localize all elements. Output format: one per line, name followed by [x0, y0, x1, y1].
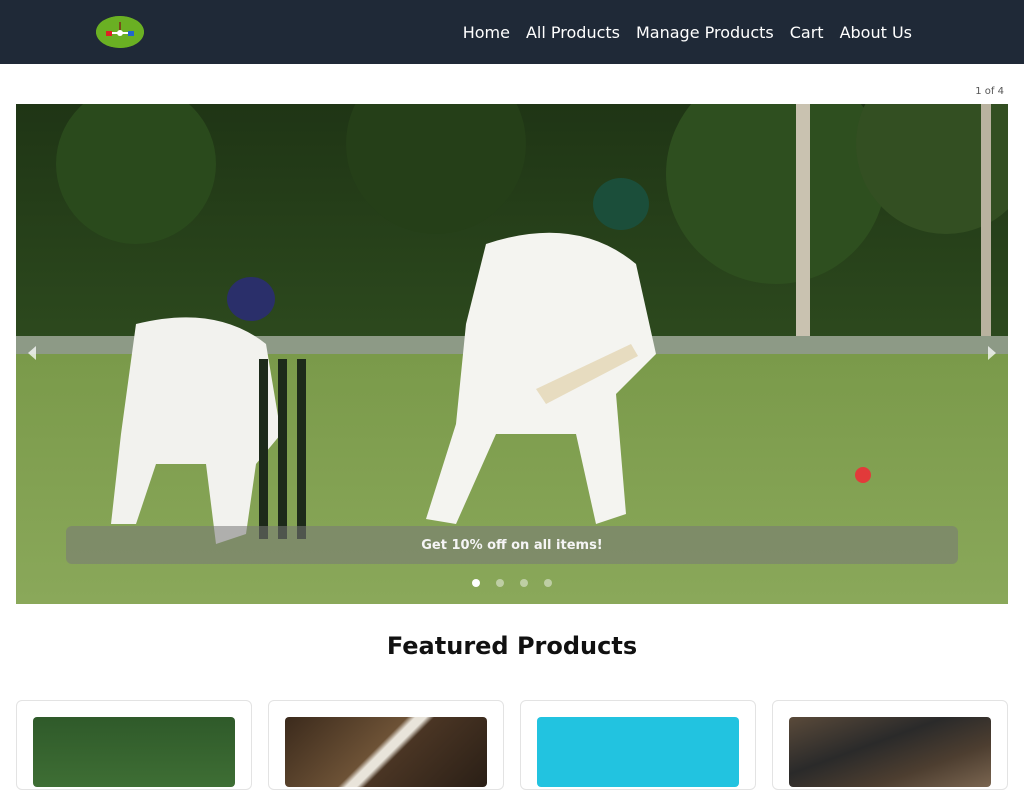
carousel-prev-button[interactable]	[22, 338, 42, 368]
carousel-dot-2[interactable]	[496, 579, 504, 587]
cricket-bat-image	[285, 717, 487, 787]
carousel-dot-1[interactable]	[472, 579, 480, 587]
hero-carousel[interactable]: Get 10% off on all items!	[16, 104, 1008, 604]
site-logo-icon[interactable]	[96, 16, 144, 48]
product-card[interactable]	[268, 700, 504, 790]
slide-counter: 1 of 4	[975, 86, 1004, 97]
player-action-image	[789, 717, 991, 787]
chevron-right-icon	[988, 346, 996, 360]
grass-field-image	[33, 717, 235, 787]
product-card[interactable]	[772, 700, 1008, 790]
nav-all-products[interactable]: All Products	[526, 23, 620, 42]
carousel-next-button[interactable]	[982, 338, 1002, 368]
nav-about-us[interactable]: About Us	[840, 23, 912, 42]
product-card[interactable]	[520, 700, 756, 790]
nav-manage-products[interactable]: Manage Products	[636, 23, 774, 42]
top-navbar: Home All Products Manage Products Cart A…	[0, 0, 1024, 64]
chevron-left-icon	[28, 346, 36, 360]
nav-links: Home All Products Manage Products Cart A…	[463, 0, 912, 64]
turquoise-product-image	[537, 717, 739, 787]
carousel-indicators	[472, 579, 552, 587]
featured-products-heading: Featured Products	[386, 632, 638, 660]
carousel-dot-3[interactable]	[520, 579, 528, 587]
featured-products-list	[16, 700, 1008, 790]
carousel-caption: Get 10% off on all items!	[66, 526, 958, 564]
carousel-dot-4[interactable]	[544, 579, 552, 587]
product-card[interactable]	[16, 700, 252, 790]
nav-cart[interactable]: Cart	[790, 23, 824, 42]
nav-home[interactable]: Home	[463, 23, 510, 42]
